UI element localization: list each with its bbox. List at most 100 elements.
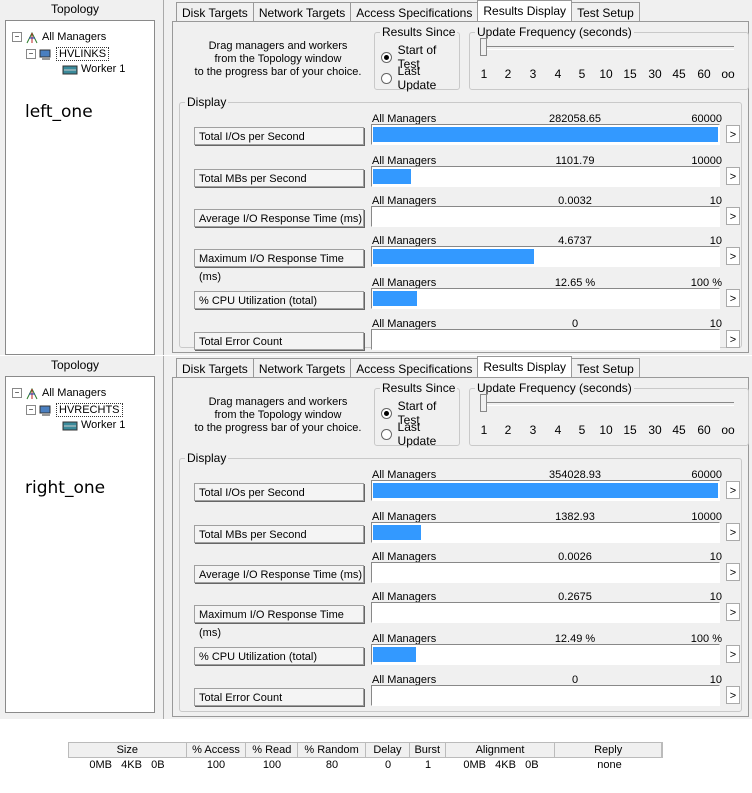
expand-arrow-button[interactable]: > — [726, 247, 740, 265]
metric-progress-fill — [373, 169, 411, 184]
tab-access-specifications[interactable]: Access Specifications — [350, 358, 479, 378]
slider-track — [484, 402, 734, 406]
tree-item-worker[interactable]: Worker 1 — [62, 63, 125, 75]
column-header: % Access — [187, 743, 247, 757]
results-since-title: Results Since — [380, 25, 458, 39]
tab-results-display[interactable]: Results Display — [477, 0, 573, 23]
slider-tick-label: 60 — [697, 423, 711, 437]
metric-button[interactable]: Total MBs per Second — [194, 169, 364, 187]
metric-button[interactable]: % CPU Utilization (total) — [194, 291, 364, 309]
topology-tree[interactable]: − All Managers − HVLINKS Worker 1 — [5, 20, 155, 355]
column-header: % Random — [298, 743, 366, 757]
drag-instruction-line: to the progress bar of your choice. — [194, 66, 362, 78]
panel-annotation: right_one — [25, 478, 106, 498]
radio-button[interactable] — [381, 407, 392, 419]
collapse-icon[interactable]: − — [26, 49, 36, 59]
metric-progress-bar[interactable] — [371, 124, 720, 145]
radio-last-update[interactable]: Last Update — [381, 64, 459, 92]
table-cell: 1 — [424, 759, 432, 771]
radio-last-update[interactable]: Last Update — [381, 420, 459, 448]
radio-button[interactable] — [381, 428, 392, 440]
metric-progress-bar[interactable] — [371, 288, 720, 309]
expand-arrow-button[interactable]: > — [726, 481, 740, 499]
expand-arrow-button[interactable]: > — [726, 207, 740, 225]
slider-tick-label: 60 — [697, 67, 711, 81]
slider-tick-label: oo — [721, 67, 735, 81]
slider-tick-label: 45 — [672, 423, 686, 437]
display-row: Average I/O Response Time (ms) All Manage… — [180, 195, 741, 239]
expand-arrow-button[interactable]: > — [726, 167, 740, 185]
expand-arrow-button[interactable]: > — [726, 289, 740, 307]
tab-disk-targets[interactable]: Disk Targets — [176, 2, 254, 22]
slider-thumb[interactable] — [480, 38, 487, 56]
tree-item-worker[interactable]: Worker 1 — [62, 419, 125, 431]
column-header: % Read — [246, 743, 299, 757]
display-group: Display Total I/Os per Second All Managers… — [179, 451, 742, 712]
metric-progress-bar[interactable] — [371, 602, 720, 623]
metric-button[interactable]: Average I/O Response Time (ms) — [194, 565, 364, 583]
tree-item-manager[interactable]: − HVLINKS — [26, 47, 110, 61]
tab-bar: Disk Targets Network Targets Access Specif… — [176, 0, 640, 23]
disk-icon — [62, 420, 78, 431]
slider-tick-label: 1 — [480, 67, 488, 81]
metric-progress-bar[interactable] — [371, 644, 720, 665]
slider-tick-label: 3 — [529, 423, 537, 437]
metric-button[interactable]: Maximum I/O Response Time (ms) — [194, 605, 364, 639]
tab-network-targets[interactable]: Network Targets — [252, 2, 352, 22]
collapse-icon[interactable]: − — [12, 388, 22, 398]
tree-item-all-managers[interactable]: − All Managers — [12, 387, 106, 399]
update-frequency-slider[interactable] — [470, 33, 748, 63]
slider-tick-label: 4 — [554, 67, 562, 81]
radio-button[interactable] — [381, 72, 392, 84]
access-spec-row[interactable]: 0MB 4KB 0B 100 100 80 0 1 0MB 4KB 0B none — [68, 758, 663, 772]
tab-disk-targets[interactable]: Disk Targets — [176, 358, 254, 378]
slider-thumb[interactable] — [480, 394, 487, 412]
expand-arrow-button[interactable]: > — [726, 523, 740, 541]
metric-progress-bar[interactable] — [371, 206, 720, 227]
expand-arrow-button[interactable]: > — [726, 563, 740, 581]
tab-network-targets[interactable]: Network Targets — [252, 358, 352, 378]
metric-button[interactable]: Total MBs per Second — [194, 525, 364, 543]
tab-test-setup[interactable]: Test Setup — [571, 2, 640, 22]
slider-tick-label: 4 — [554, 423, 562, 437]
metric-button[interactable]: Maximum I/O Response Time (ms) — [194, 249, 364, 283]
tab-access-specifications[interactable]: Access Specifications — [350, 2, 479, 22]
tree-label-worker: Worker 1 — [81, 419, 126, 431]
metric-progress-bar[interactable] — [371, 685, 720, 706]
slider-tick-label: 5 — [578, 67, 586, 81]
expand-arrow-button[interactable]: > — [726, 330, 740, 348]
metric-button[interactable]: Total Error Count — [194, 688, 364, 706]
metric-progress-bar[interactable] — [371, 480, 720, 501]
tree-item-manager[interactable]: − HVRECHTS — [26, 403, 123, 417]
display-row: % CPU Utilization (total) All Managers 12.… — [180, 277, 741, 321]
metric-progress-bar[interactable] — [371, 329, 720, 350]
radio-button[interactable] — [381, 51, 392, 63]
metric-progress-fill — [373, 647, 416, 662]
metric-button[interactable]: % CPU Utilization (total) — [194, 647, 364, 665]
metric-progress-bar[interactable] — [371, 166, 720, 187]
metric-progress-bar[interactable] — [371, 246, 720, 267]
metric-button[interactable]: Total I/Os per Second — [194, 483, 364, 501]
display-row: Maximum I/O Response Time (ms) All Manage… — [180, 235, 741, 283]
update-frequency-slider[interactable] — [470, 389, 748, 419]
tree-label-all-managers: All Managers — [42, 387, 107, 399]
expand-arrow-button[interactable]: > — [726, 125, 740, 143]
network-icon — [25, 31, 39, 43]
tab-test-setup[interactable]: Test Setup — [571, 358, 640, 378]
tree-item-all-managers[interactable]: − All Managers — [12, 31, 106, 43]
drag-instruction-line: from the Topology window — [214, 53, 342, 65]
metric-button[interactable]: Average I/O Response Time (ms) — [194, 209, 364, 227]
drag-instructions: Drag managers and workers from the Topolo… — [183, 40, 373, 79]
metric-progress-bar[interactable] — [371, 562, 720, 583]
tab-results-display[interactable]: Results Display — [477, 356, 573, 379]
collapse-icon[interactable]: − — [12, 32, 22, 42]
metric-button[interactable]: Total Error Count — [194, 332, 364, 350]
expand-arrow-button[interactable]: > — [726, 686, 740, 704]
collapse-icon[interactable]: − — [26, 405, 36, 415]
results-display-tab: Drag managers and workers from the Topolo… — [172, 21, 749, 353]
topology-tree[interactable]: − All Managers − HVRECHTS Worker 1 — [5, 376, 155, 713]
expand-arrow-button[interactable]: > — [726, 603, 740, 621]
metric-progress-bar[interactable] — [371, 522, 720, 543]
metric-button[interactable]: Total I/Os per Second — [194, 127, 364, 145]
expand-arrow-button[interactable]: > — [726, 645, 740, 663]
